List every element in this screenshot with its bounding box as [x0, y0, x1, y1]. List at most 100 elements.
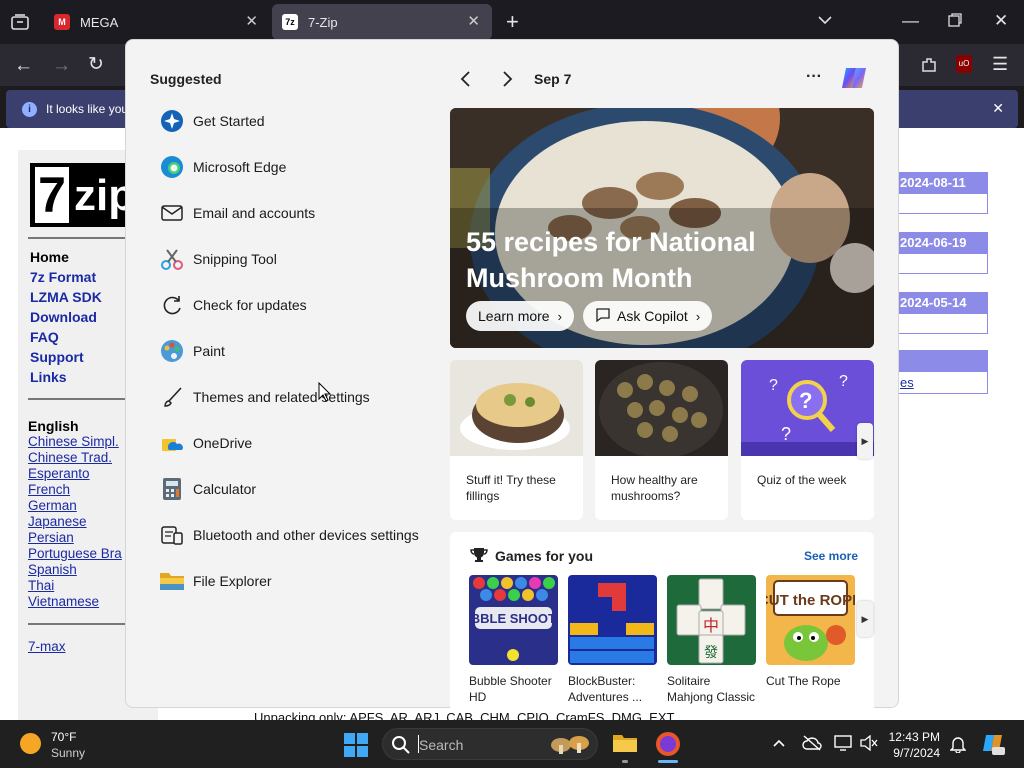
file-explorer-taskbar-icon[interactable] [612, 732, 638, 759]
game-tile[interactable]: BlockBuster: Adventures ... [568, 575, 657, 705]
carousel-next-icon[interactable]: ▶ [857, 601, 873, 637]
volume-muted-icon[interactable] [860, 734, 878, 756]
prev-icon[interactable] [458, 69, 474, 94]
news-link[interactable]: es [900, 375, 914, 390]
reload-icon[interactable]: ↻ [88, 55, 104, 74]
stuffed-mushroom-image [450, 360, 583, 456]
suggested-item-themes[interactable]: Themes and related settings [159, 382, 419, 412]
extensions-icon[interactable] [920, 56, 938, 77]
nav-home[interactable]: Home [30, 247, 102, 267]
back-icon[interactable]: ← [14, 56, 33, 75]
tab-overview-icon[interactable] [11, 14, 29, 33]
ublock-icon[interactable]: uO [956, 55, 972, 73]
suggested-item-email[interactable]: Email and accounts [159, 198, 419, 228]
news-date: 2024-08-11 [898, 172, 988, 194]
language-link[interactable]: Japanese [28, 514, 126, 530]
copilot-taskbar-icon[interactable] [980, 731, 1006, 762]
nav-7z-format[interactable]: 7z Format [30, 267, 102, 287]
suggested-item-snipping[interactable]: Snipping Tool [159, 244, 419, 274]
suggested-label: Get Started [193, 113, 265, 129]
tab-mega[interactable]: M MEGA ✕ [44, 4, 270, 40]
game-tile[interactable]: CUT the ROPE Cut The Rope [766, 575, 855, 689]
hero-card[interactable]: 55 recipes for National Mushroom Month L… [450, 108, 874, 348]
ask-copilot-button[interactable]: Ask Copilot › [583, 301, 713, 331]
tab-7zip[interactable]: 7z 7-Zip ✕ [272, 4, 492, 40]
sun-icon[interactable] [20, 733, 41, 754]
mega-icon: M [54, 14, 70, 30]
learn-more-button[interactable]: Learn more › [466, 301, 574, 331]
hero-title-line1: 55 recipes for National [466, 227, 756, 257]
carousel-next-icon[interactable]: ▶ [857, 423, 873, 459]
minimize-icon[interactable]: — [902, 12, 919, 29]
suggested-item-get-started[interactable]: Get Started [159, 106, 419, 136]
game-tile[interactable]: BUBBLE SHOOTER Bubble Shooter HD [469, 575, 558, 705]
language-link[interactable]: Persian [28, 530, 126, 546]
suggested-label: OneDrive [193, 435, 253, 451]
copilot-icon[interactable] [838, 62, 870, 99]
active-indicator [658, 760, 678, 763]
suggested-item-calculator[interactable]: Calculator [159, 474, 419, 504]
language-link[interactable]: Vietnamese [28, 594, 126, 610]
forward-icon[interactable]: → [52, 56, 71, 75]
paint-icon [159, 338, 185, 364]
weather-widget[interactable]: 70°F Sunny [51, 729, 85, 761]
windows-start-icon[interactable] [344, 733, 368, 762]
7max-link[interactable]: 7-max [28, 639, 66, 655]
suggested-item-onedrive[interactable]: OneDrive [159, 428, 419, 458]
suggested-list: Get Started Microsoft Edge Email and acc… [159, 106, 419, 596]
nav-links[interactable]: Links [30, 367, 102, 387]
game-tile[interactable]: 中發 Solitaire Mahjong Classic [667, 575, 756, 705]
bell-icon[interactable] [949, 735, 967, 758]
see-more-link[interactable]: See more [804, 549, 858, 563]
chevron-down-icon[interactable] [817, 12, 833, 31]
game-art-text: BUBBLE SHOOTER [469, 611, 558, 626]
language-link[interactable]: Esperanto [28, 466, 126, 482]
taskbar-clock[interactable]: 12:43 PM 9/7/2024 [888, 729, 940, 761]
article-card[interactable]: ???? Quiz of the week [741, 360, 874, 520]
cloud-off-icon[interactable] [802, 735, 822, 756]
language-link[interactable]: French [28, 482, 126, 498]
mushrooms-pan-image [595, 360, 728, 458]
next-icon[interactable] [499, 69, 515, 94]
suggested-item-paint[interactable]: Paint [159, 336, 419, 366]
close-icon[interactable]: ✕ [245, 12, 258, 30]
suggested-label: Paint [193, 343, 225, 359]
suggested-item-edge[interactable]: Microsoft Edge [159, 152, 419, 182]
taskbar-search[interactable]: Search [382, 728, 598, 760]
menu-icon[interactable]: ☰ [992, 55, 1008, 73]
nav-lzma-sdk[interactable]: LZMA SDK [30, 287, 102, 307]
display-icon[interactable] [834, 735, 852, 756]
trophy-icon [470, 547, 488, 568]
more-options-icon[interactable]: ··· [806, 68, 822, 86]
browser-tab-bar: M MEGA ✕ 7z 7-Zip ✕ + — ✕ [0, 0, 1024, 44]
info-icon: i [22, 101, 37, 117]
refresh-icon [159, 292, 185, 318]
svg-text:?: ? [839, 373, 848, 390]
language-link[interactable]: German [28, 498, 126, 514]
suggested-item-updates[interactable]: Check for updates [159, 290, 419, 320]
game-art-text: CUT the ROPE [766, 592, 855, 609]
language-link[interactable]: Thai [28, 578, 126, 594]
new-tab-icon[interactable]: + [506, 11, 519, 33]
window-close-icon[interactable]: ✕ [994, 12, 1008, 29]
nav-support[interactable]: Support [30, 347, 102, 367]
nav-download[interactable]: Download [30, 307, 102, 327]
firefox-taskbar-icon[interactable] [656, 732, 680, 756]
7zip-logo[interactable]: 7 zip [30, 163, 135, 227]
suggested-item-bluetooth[interactable]: Bluetooth and other devices settings [159, 520, 419, 550]
chevron-up-icon[interactable] [772, 736, 786, 755]
suggested-item-file-explorer[interactable]: File Explorer [159, 566, 419, 596]
running-indicator [622, 760, 628, 763]
mouse-cursor [318, 381, 332, 407]
close-icon[interactable]: ✕ [467, 12, 480, 30]
nav-faq[interactable]: FAQ [30, 327, 102, 347]
language-link[interactable]: Chinese Trad. [28, 450, 126, 466]
article-card[interactable]: How healthy are mushrooms? [595, 360, 728, 520]
close-icon[interactable]: ✕ [992, 100, 1004, 117]
language-link[interactable]: Chinese Simpl. [28, 434, 126, 450]
language-link[interactable]: Portuguese Bra [28, 546, 126, 562]
language-link[interactable]: Spanish [28, 562, 126, 578]
restore-icon[interactable] [948, 13, 962, 30]
article-card[interactable]: Stuff it! Try these fillings [450, 360, 583, 520]
site-nav: Home 7z Format LZMA SDK Download FAQ Sup… [30, 247, 102, 387]
